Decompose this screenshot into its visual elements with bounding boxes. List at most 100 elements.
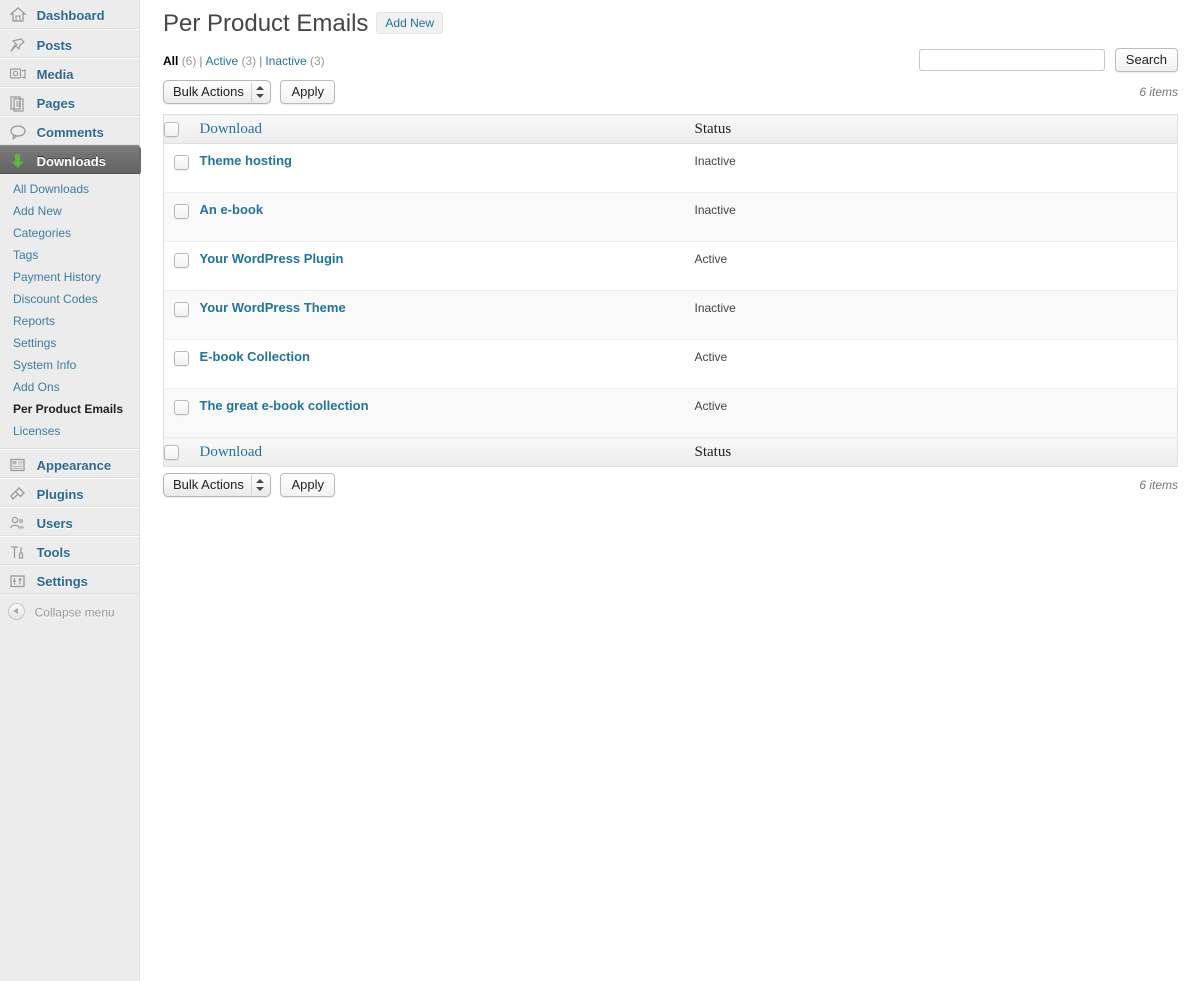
admin-sidebar: Dashboard Posts Media Pages Comments Dow…	[0, 0, 151, 981]
submenu-item-settings[interactable]: Settings	[0, 332, 139, 354]
row-checkbox[interactable]	[174, 400, 189, 416]
filter-link-active[interactable]: Active	[205, 54, 238, 68]
sidebar-item-users[interactable]: Users	[0, 507, 139, 536]
sidebar-item-settings[interactable]: Settings	[0, 565, 139, 594]
appearance-icon	[8, 456, 28, 474]
submenu-item-add-new[interactable]: Add New	[0, 200, 139, 222]
column-footer-download-label[interactable]: Download	[200, 444, 263, 460]
table-row: An e-book Inactive	[163, 192, 1178, 242]
submenu-item-categories[interactable]: Categories	[0, 222, 139, 244]
select-all-checkbox-top[interactable]	[164, 122, 179, 138]
sidebar-item-label: Media	[36, 67, 74, 83]
download-arrow-icon	[8, 152, 28, 170]
apply-button-bottom[interactable]: Apply	[280, 473, 335, 497]
row-checkbox-cell	[163, 388, 200, 438]
bulk-actions-select-bottom[interactable]: Bulk Actions	[163, 473, 271, 497]
tablenav-top: Bulk Actions Apply 6 items	[163, 74, 1178, 110]
sidebar-item-label: Appearance	[36, 458, 112, 474]
page-title: Per Product Emails Add New	[163, 0, 1178, 42]
submenu-item-licenses[interactable]: Licenses	[0, 420, 139, 442]
table-row: E-book Collection Active	[163, 339, 1178, 389]
row-title-link[interactable]: Theme hosting	[200, 153, 292, 168]
sidebar-item-dashboard[interactable]: Dashboard	[0, 0, 139, 29]
row-title-link[interactable]: The great e-book collection	[200, 398, 369, 413]
filter-count-all: (6)	[181, 54, 197, 68]
row-status-cell: Inactive	[694, 143, 1178, 193]
row-checkbox[interactable]	[174, 351, 189, 367]
chevron-updown-icon	[255, 85, 265, 100]
search-button[interactable]: Search	[1114, 48, 1178, 72]
row-status-cell: Inactive	[694, 192, 1178, 242]
item-count-top: 6 items	[1139, 85, 1178, 99]
filter-item-active: Active (3) |	[205, 54, 265, 68]
bulk-actions-select-value: Bulk Actions	[173, 477, 244, 492]
row-checkbox[interactable]	[174, 253, 189, 269]
column-header-status: Status	[694, 114, 1178, 144]
sidebar-item-downloads[interactable]: Downloads	[0, 145, 151, 175]
collapse-menu-button[interactable]: Collapse menu	[0, 598, 139, 626]
filter-item-inactive: Inactive (3)	[265, 54, 324, 68]
plugin-icon	[8, 485, 28, 503]
submenu-item-reports[interactable]: Reports	[0, 310, 139, 332]
filter-link-inactive[interactable]: Inactive	[265, 54, 306, 68]
sidebar-item-plugins[interactable]: Plugins	[0, 478, 139, 507]
sidebar-item-label: Pages	[36, 96, 75, 112]
apply-button-top[interactable]: Apply	[280, 80, 335, 104]
sidebar-item-media[interactable]: Media	[0, 58, 139, 87]
filter-count-inactive: (3)	[310, 54, 325, 68]
select-all-checkbox-bottom[interactable]	[164, 445, 179, 461]
column-header-download: Download	[199, 114, 695, 144]
collapse-arrow-icon	[8, 603, 25, 621]
submenu-item-payment-history[interactable]: Payment History	[0, 266, 139, 288]
row-title-link[interactable]: Your WordPress Theme	[200, 300, 346, 315]
row-checkbox-cell	[163, 241, 200, 291]
submenu-item-system-info[interactable]: System Info	[0, 354, 139, 376]
select-divider	[250, 82, 252, 102]
column-footer-status-label: Status	[694, 443, 732, 460]
add-new-button[interactable]: Add New	[376, 12, 444, 34]
table-row: The great e-book collection Active	[163, 388, 1178, 438]
row-title-link[interactable]: Your WordPress Plugin	[200, 251, 344, 266]
column-header-download-label[interactable]: Download	[200, 121, 263, 137]
row-status-text: Inactive	[694, 154, 736, 168]
row-checkbox[interactable]	[174, 155, 189, 171]
row-checkbox-cell	[163, 290, 200, 340]
submenu-item-add-ons[interactable]: Add Ons	[0, 376, 139, 398]
submenu-item-per-product-emails[interactable]: Per Product Emails	[0, 398, 139, 420]
submenu-item-tags[interactable]: Tags	[0, 244, 139, 266]
filter-link-all[interactable]: All	[163, 54, 178, 68]
submenu-item-discount-codes[interactable]: Discount Codes	[0, 288, 139, 310]
row-title-link[interactable]: An e-book	[200, 202, 264, 217]
row-checkbox[interactable]	[174, 204, 189, 220]
downloads-submenu: All Downloads Add New Categories Tags Pa…	[0, 174, 139, 449]
row-status-text: Active	[694, 399, 728, 413]
sidebar-item-pages[interactable]: Pages	[0, 87, 139, 116]
sidebar-item-label: Users	[36, 516, 73, 532]
row-status-text: Inactive	[694, 301, 736, 315]
media-icon	[8, 65, 28, 83]
submenu-item-all-downloads[interactable]: All Downloads	[0, 178, 139, 200]
dashboard-icon	[8, 6, 28, 24]
sidebar-item-posts[interactable]: Posts	[0, 29, 139, 58]
table-foot: Download Status	[163, 437, 1178, 467]
row-status-text: Active	[694, 252, 728, 266]
sidebar-item-appearance[interactable]: Appearance	[0, 449, 139, 478]
settings-icon	[8, 572, 28, 590]
column-header-status-label: Status	[694, 120, 732, 137]
sidebar-item-comments[interactable]: Comments	[0, 116, 139, 145]
search-input[interactable]	[919, 49, 1106, 71]
bulk-actions-select-top[interactable]: Bulk Actions	[163, 80, 271, 104]
bulk-actions-select-value: Bulk Actions	[173, 84, 244, 99]
table-body: Theme hosting Inactive An e-book Inactiv…	[163, 143, 1178, 438]
row-title-link[interactable]: E-book Collection	[200, 349, 311, 364]
select-divider	[250, 475, 252, 495]
tablenav-bottom: Bulk Actions Apply 6 items	[163, 467, 1178, 503]
sidebar-item-label: Dashboard	[36, 8, 105, 24]
row-checkbox[interactable]	[174, 302, 189, 318]
table-footer-row: Download Status	[163, 437, 1178, 467]
table-row: Theme hosting Inactive	[163, 143, 1178, 193]
row-status-cell: Inactive	[694, 290, 1178, 340]
select-all-footer	[163, 437, 200, 467]
sidebar-item-tools[interactable]: Tools	[0, 536, 139, 565]
row-name-cell: Your WordPress Theme	[199, 290, 695, 340]
